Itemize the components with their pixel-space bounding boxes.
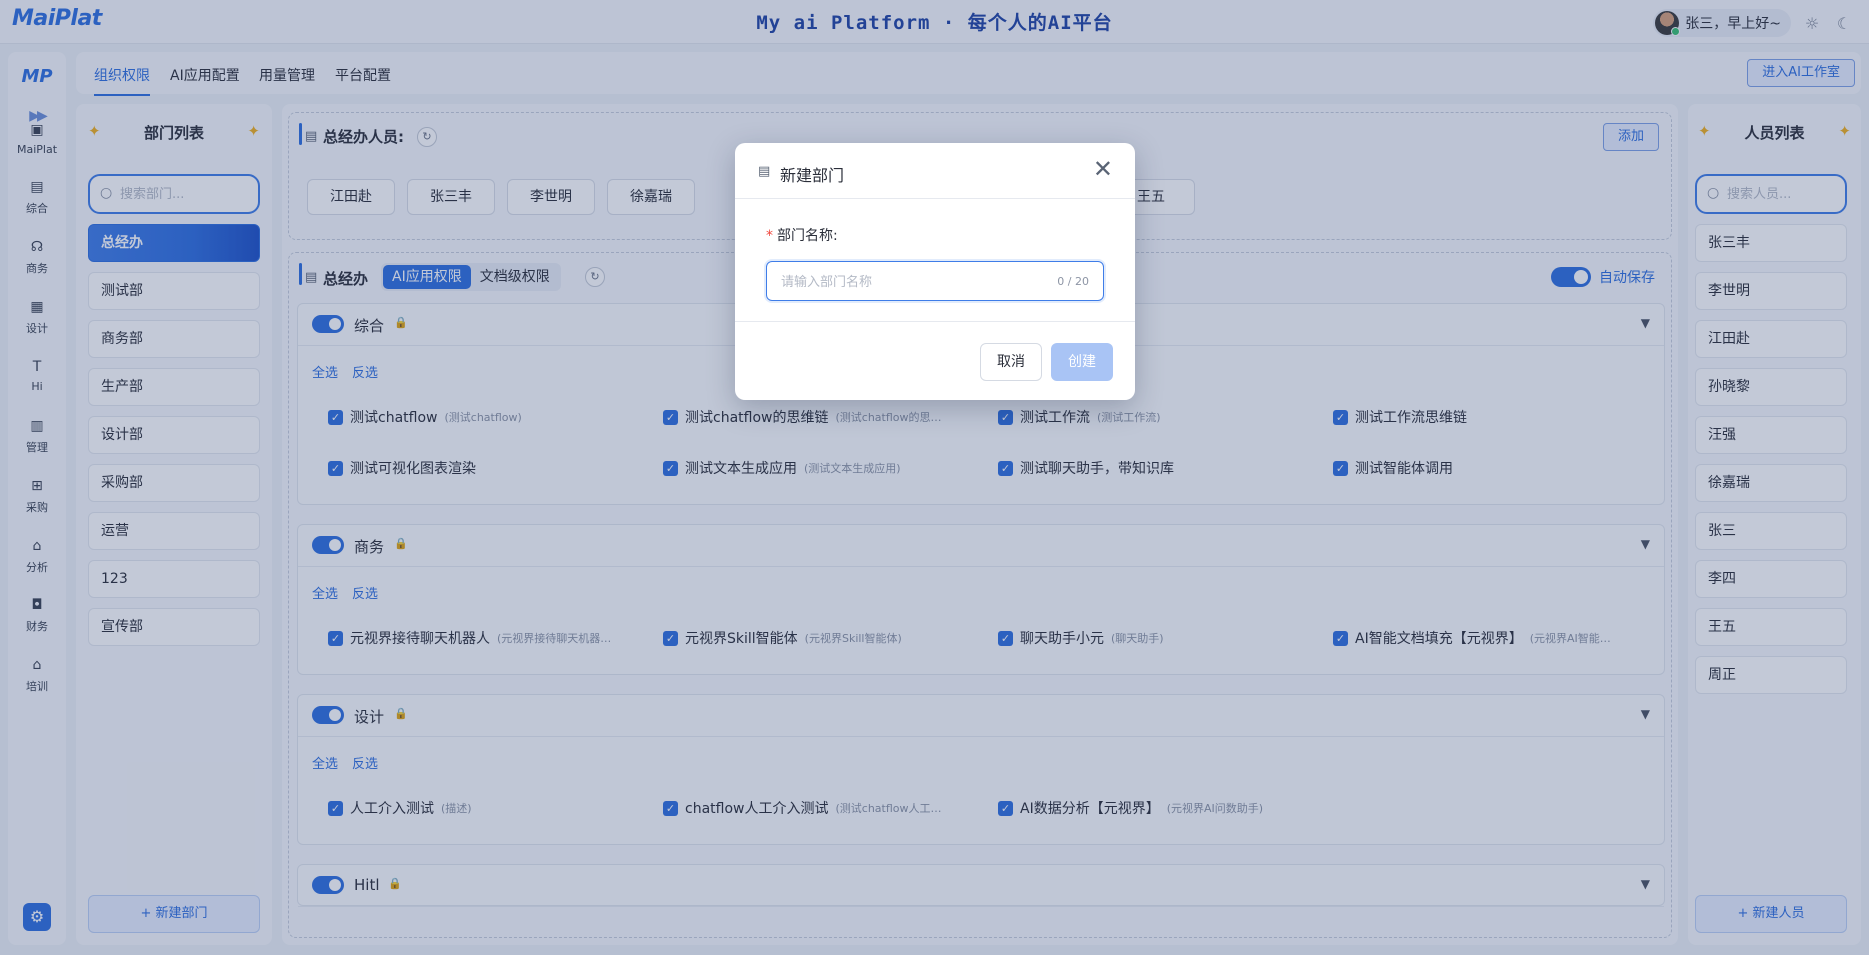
dialog-title: 新建部门 xyxy=(780,166,845,185)
create-button[interactable]: 创建 xyxy=(1051,343,1113,381)
dialog-header: ▤ 新建部门 ✕ xyxy=(735,143,1135,199)
building-icon: ▤ xyxy=(758,164,771,179)
new-department-dialog: ▤ 新建部门 ✕ *部门名称: 0 / 20 取消 创建 xyxy=(735,143,1135,400)
dialog-footer: 取消 创建 xyxy=(735,321,1135,400)
cancel-button[interactable]: 取消 xyxy=(980,343,1042,381)
char-counter: 0 / 20 xyxy=(1057,275,1089,288)
required-mark: * xyxy=(766,228,773,244)
department-name-field: 0 / 20 xyxy=(766,261,1104,301)
close-icon[interactable]: ✕ xyxy=(1093,157,1113,181)
department-name-input[interactable] xyxy=(781,272,1041,292)
department-name-label: * 部门名称: xyxy=(766,225,838,245)
field-label-text: 部门名称: xyxy=(777,228,838,244)
